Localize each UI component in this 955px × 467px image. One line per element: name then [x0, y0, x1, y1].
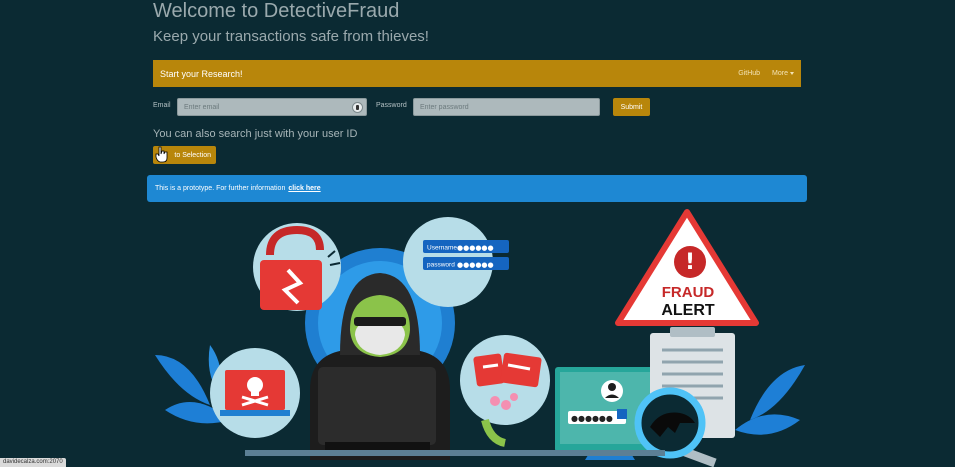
- alert-word: ALERT: [661, 302, 715, 319]
- alert-link[interactable]: click here: [288, 185, 320, 192]
- prototype-alert: This is a prototype. For further informa…: [147, 175, 807, 202]
- hero-title: Welcome to DetectiveFraud: [153, 0, 400, 22]
- monitor-password-dots: ●●●●●●: [571, 414, 613, 423]
- nav-link-github[interactable]: GitHub: [738, 70, 760, 77]
- alert-text: This is a prototype. For further informa…: [155, 185, 286, 192]
- email-label: Email: [153, 102, 171, 109]
- broken-lock-icon: [253, 223, 341, 311]
- hero-subtitle: Keep your transactions safe from thieves…: [153, 28, 429, 45]
- leaf-right-icon: [735, 365, 805, 435]
- ground-line: [245, 450, 665, 456]
- password-placeholder: Enter password: [420, 104, 469, 111]
- password-label: Password: [376, 102, 407, 109]
- fraud-word: FRAUD: [662, 284, 715, 301]
- password-field[interactable]: Enter password: [413, 98, 600, 116]
- email-field[interactable]: Enter email: [177, 98, 367, 116]
- nav-dropdown-more[interactable]: More: [772, 70, 794, 77]
- username-dots: ●●●●●●: [457, 244, 494, 252]
- fraud-alert-sign-icon: ! FRAUD ALERT: [615, 209, 759, 326]
- password-manager-icon[interactable]: [352, 102, 363, 113]
- stolen-credentials-icon: Username password ●●●●●● ●●●●●●: [403, 217, 509, 307]
- submit-button[interactable]: Submit: [613, 98, 650, 116]
- password-dots: ●●●●●●: [457, 261, 494, 269]
- fraud-illustration: Username password ●●●●●● ●●●●●● ●●●●●● !…: [155, 209, 805, 467]
- navbar: Start your Research! GitHub More: [153, 60, 801, 87]
- broken-card-icon: [460, 335, 550, 447]
- hand-cursor-icon: [155, 146, 168, 163]
- navbar-brand[interactable]: Start your Research!: [160, 69, 726, 79]
- nav-dropdown-more-label: More: [772, 70, 788, 77]
- username-label: Username: [427, 245, 457, 252]
- password-label-illus: password: [427, 262, 455, 269]
- userid-hint: You can also search just with your user …: [153, 128, 358, 140]
- alert-exclamation: !: [685, 250, 695, 275]
- skull-laptop-icon: [210, 348, 300, 438]
- caret-down-icon: [790, 71, 794, 75]
- status-bar-url: davidecalza.com:2070: [0, 458, 66, 467]
- email-placeholder: Enter email: [184, 104, 220, 111]
- login-form: Email Enter email Password Enter passwor…: [153, 98, 653, 117]
